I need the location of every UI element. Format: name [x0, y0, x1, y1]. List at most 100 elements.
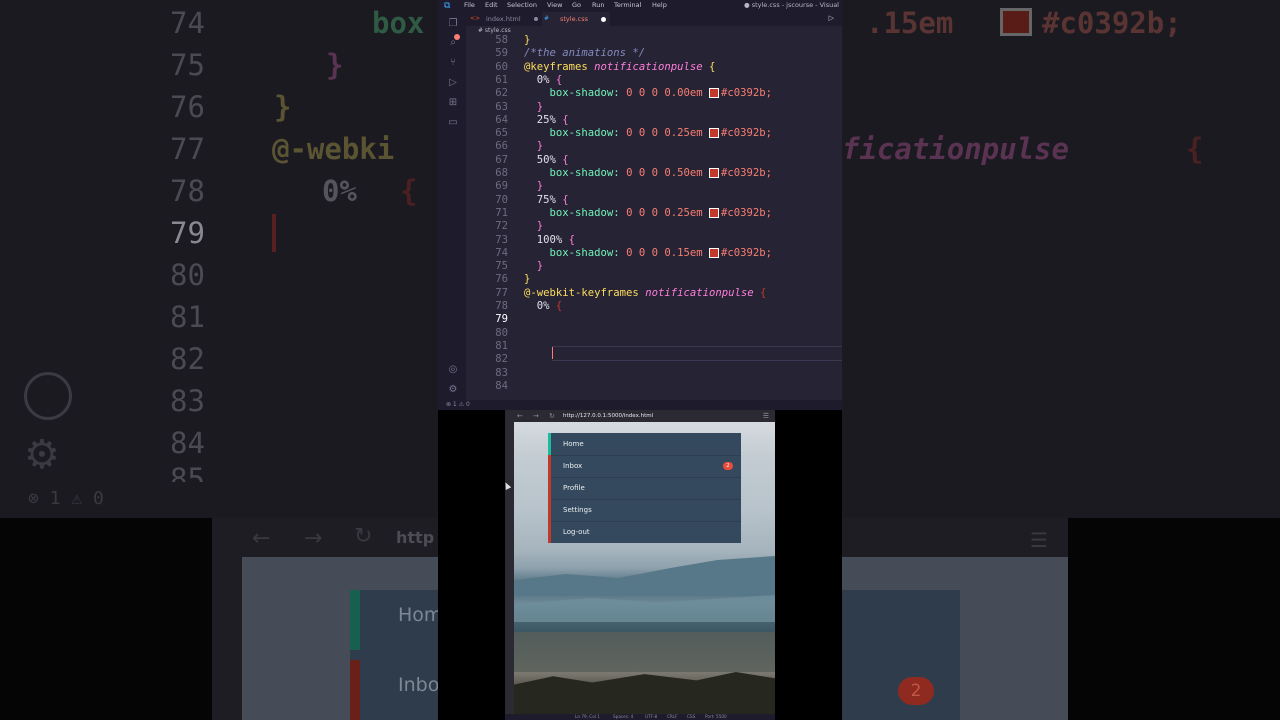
- menu-stripe: [548, 433, 551, 455]
- browser-viewport: Home Inbox 2 Profile Settings Log-out: [514, 422, 775, 714]
- bg-code-zero: 0%: [322, 174, 357, 208]
- menu-item-profile[interactable]: Profile: [548, 477, 741, 500]
- menu-go[interactable]: Go: [572, 1, 581, 9]
- code-line: 72 }: [495, 220, 544, 233]
- run-icon[interactable]: ▷: [829, 14, 834, 22]
- bg-line-number: 79: [170, 216, 205, 250]
- search-icon[interactable]: ⌕: [447, 37, 459, 49]
- browser-window: ← → ↻ http://127.0.0.1:5000/index.html ☰…: [505, 410, 775, 720]
- code-editor[interactable]: 58} 59/*the animations */ 60 @keyframes n…: [466, 34, 842, 400]
- menu-item-inbox[interactable]: Inbox 2: [548, 455, 741, 478]
- menu-item-home[interactable]: Home: [548, 433, 741, 456]
- back-icon[interactable]: ←: [517, 410, 523, 422]
- bg-line-number: 85: [170, 462, 205, 482]
- color-swatch[interactable]: [709, 128, 720, 139]
- color-swatch[interactable]: [709, 88, 720, 99]
- code-line: 76}: [495, 273, 531, 286]
- bg-line-number: 84: [170, 426, 205, 460]
- settings-gear-icon[interactable]: ⚙: [447, 384, 459, 396]
- code-line: 77 @-webkit-keyframes notificationpulse {: [495, 286, 767, 299]
- bg-code-em: .15em: [866, 6, 954, 40]
- bg-code-brace: }: [326, 48, 344, 82]
- bg-status: ⊗ 1 ⚠ 0: [28, 488, 104, 509]
- cursor-position[interactable]: Ln 79, Col 1: [575, 714, 600, 719]
- code-line: 60 @keyframes notificationpulse {: [495, 60, 716, 73]
- bg-code-brace: {: [1186, 132, 1204, 166]
- bg-line-number: 80: [170, 258, 205, 292]
- account-icon[interactable]: ◎: [447, 364, 459, 376]
- menu-edit[interactable]: Edit: [485, 1, 498, 9]
- code-line: 64 25% {: [495, 113, 569, 126]
- breadcrumb[interactable]: # style.css: [478, 27, 511, 34]
- bg-line-number: 82: [170, 342, 205, 376]
- language-status[interactable]: CSS: [687, 714, 695, 719]
- reload-icon[interactable]: ↻: [549, 410, 555, 422]
- code-line: 66 }: [495, 140, 544, 153]
- menu-view[interactable]: View: [547, 1, 562, 9]
- eol-status[interactable]: CRLF: [667, 714, 678, 719]
- bg-line-number: 83: [170, 384, 205, 418]
- address-bar[interactable]: http://127.0.0.1:5000/index.html: [563, 411, 653, 421]
- window-title: ● style.css - jscourse - Visual: [743, 1, 839, 9]
- title-bar: ⧉ File Edit Selection View Go Run Termin…: [438, 0, 842, 12]
- bg-code-brace: }: [274, 90, 292, 124]
- bg-color-swatch: [1000, 8, 1032, 36]
- tab-index-html[interactable]: <> index.html: [468, 12, 548, 26]
- color-swatch[interactable]: [709, 247, 720, 258]
- code-line: 78 0% {: [495, 300, 563, 312]
- menu-terminal[interactable]: Terminal: [614, 1, 641, 9]
- menu-selection[interactable]: Selection: [507, 1, 537, 9]
- encoding-status[interactable]: UTF-8: [645, 714, 657, 719]
- code-line: 58}: [495, 34, 531, 46]
- menu-file[interactable]: File: [464, 1, 475, 9]
- code-line: 61 0% {: [495, 73, 563, 86]
- html-icon: <>: [470, 15, 481, 22]
- vscode-window: ⧉ File Edit Selection View Go Run Termin…: [438, 0, 842, 410]
- code-line: 84: [495, 379, 508, 392]
- bg-caret: [272, 214, 276, 252]
- bg-line-number: 76: [170, 90, 205, 124]
- color-swatch[interactable]: [709, 207, 720, 218]
- code-line: 70 75% {: [495, 193, 569, 206]
- indentation-status[interactable]: Spaces: 4: [613, 714, 633, 719]
- remote-explorer-icon[interactable]: ▭: [447, 117, 459, 129]
- menu-item-logout[interactable]: Log-out: [548, 521, 741, 543]
- code-line: 75 }: [495, 260, 544, 273]
- menu-label: Home: [563, 440, 584, 448]
- menu-label: Log-out: [563, 528, 590, 536]
- forward-icon[interactable]: →: [533, 410, 539, 422]
- code-line: 62 box-shadow: 0 0 0 0.00em #c0392b;: [495, 87, 773, 100]
- bg-line-number: 77: [170, 132, 205, 166]
- bg-forward-icon: →: [304, 526, 323, 551]
- problems-status[interactable]: ⊗ 1 ⚠ 0: [446, 401, 470, 408]
- menu-item-settings[interactable]: Settings: [548, 499, 741, 522]
- color-swatch[interactable]: [709, 168, 720, 178]
- live-server-port[interactable]: Port: 5500: [705, 714, 727, 719]
- explorer-icon[interactable]: ❐: [447, 18, 459, 30]
- code-line: 69 }: [495, 180, 544, 193]
- browser-toolbar: ← → ↻ http://127.0.0.1:5000/index.html ☰: [505, 410, 775, 422]
- menu-label: Profile: [563, 484, 585, 492]
- code-line: 82: [495, 353, 508, 366]
- menu-help[interactable]: Help: [652, 1, 667, 9]
- code-line: 74 box-shadow: 0 0 0 0.15em #c0392b;: [495, 246, 773, 259]
- activity-bar: ❐ ⌕ ⑂ ▷ ⊞ ▭ ◎ ⚙: [438, 12, 466, 400]
- source-control-icon[interactable]: ⑂: [447, 57, 459, 69]
- code-line: 65 box-shadow: 0 0 0 0.25em #c0392b;: [495, 127, 773, 140]
- main-panel: ⧉ File Edit Selection View Go Run Termin…: [438, 0, 842, 720]
- bg-line-number: 81: [170, 300, 205, 334]
- bg-line-number: 74: [170, 6, 205, 40]
- tab-label: style.css: [560, 15, 588, 23]
- bg-reload-icon: ↻: [354, 524, 373, 549]
- code-line: 81: [495, 339, 508, 352]
- extensions-icon[interactable]: ⊞: [447, 97, 459, 109]
- run-debug-icon[interactable]: ▷: [447, 77, 459, 89]
- bg-code-hex: #c0392b;: [1042, 6, 1182, 40]
- bg-line-number: 78: [170, 174, 205, 208]
- bg-badge: 2: [898, 677, 934, 705]
- menu-label: Inbox: [563, 462, 583, 470]
- menu-icon[interactable]: ☰: [763, 410, 769, 422]
- notification-badge: 2: [723, 462, 733, 470]
- menu-run[interactable]: Run: [592, 1, 604, 9]
- tab-style-css[interactable]: # style.css: [542, 12, 610, 26]
